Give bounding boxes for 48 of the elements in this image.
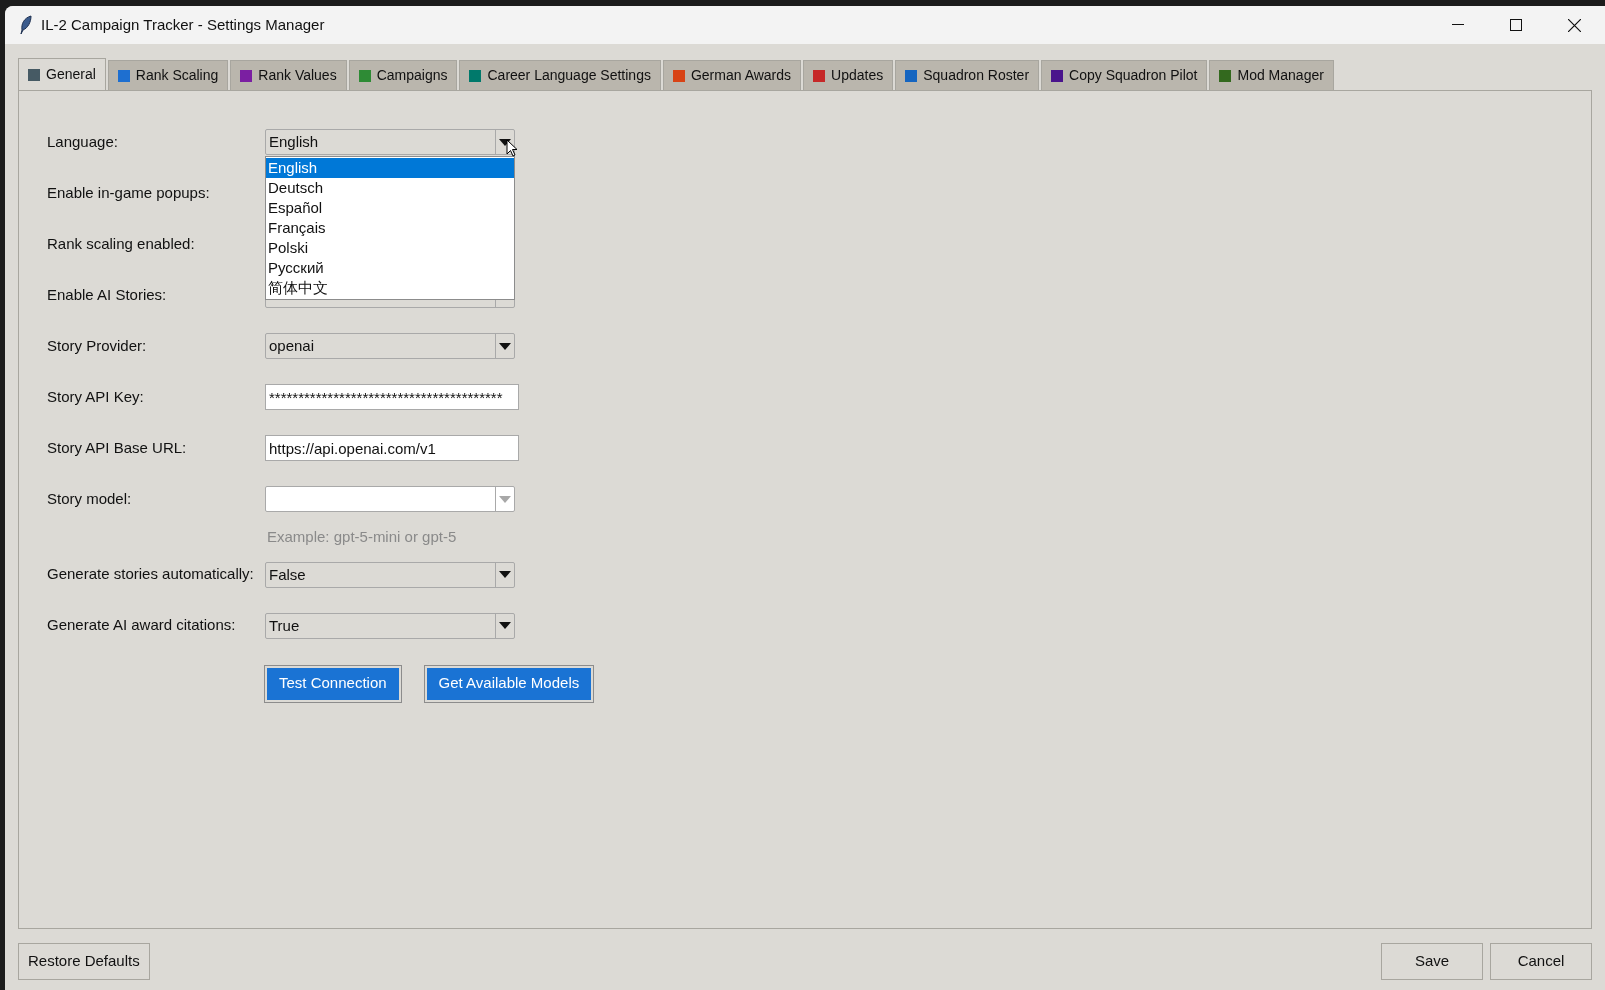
tab[interactable]: Rank Values xyxy=(230,60,347,90)
dropdown-field[interactable]: False xyxy=(265,561,515,588)
caret-icon xyxy=(499,622,511,629)
tab[interactable]: Campaigns xyxy=(348,60,458,90)
text-field[interactable]: https://api.openai.com/v1 xyxy=(265,435,519,461)
setting-label: Story model: xyxy=(47,488,133,509)
caret-icon xyxy=(499,342,511,350)
dropdown-option[interactable]: Polski xyxy=(266,238,514,258)
setting-label: Generate AI award citations: xyxy=(47,615,237,636)
setting-label: Story API Base URL: xyxy=(47,437,188,458)
restore-defaults-button[interactable]: Restore Defaults xyxy=(18,943,150,980)
hint-text: Example: gpt-5-mini or gpt-5 xyxy=(267,527,458,547)
tab[interactable]: German Awards xyxy=(662,60,802,90)
footer-button[interactable]: Cancel xyxy=(1490,943,1592,980)
action-button[interactable]: Test Connection xyxy=(265,665,401,702)
dropdown-option[interactable]: Français xyxy=(266,218,514,238)
setting-label: Generate stories automatically: xyxy=(47,564,255,585)
setting-label: Enable AI Stories: xyxy=(47,284,168,305)
setting-label: Language: xyxy=(47,131,119,152)
text-field[interactable]: **************************************** xyxy=(265,384,519,410)
feather-icon xyxy=(19,15,33,35)
action-button[interactable]: Get Available Models xyxy=(424,665,594,702)
tab[interactable]: General xyxy=(18,58,106,90)
dropdown-option[interactable]: Deutsch xyxy=(266,178,514,198)
minimize-icon xyxy=(1452,24,1464,26)
setting-label: Story Provider: xyxy=(47,335,148,356)
dropdown-field[interactable]: English xyxy=(265,129,515,155)
dropdown-option[interactable]: 简体中文 xyxy=(266,278,514,298)
close-icon xyxy=(1567,18,1581,32)
setting-label: Rank scaling enabled: xyxy=(47,233,196,254)
setting-label: Story API Key: xyxy=(47,386,145,407)
tab[interactable]: Mod Manager xyxy=(1209,60,1334,90)
dropdown-field[interactable]: True xyxy=(265,612,515,639)
dropdown-option[interactable]: Русский xyxy=(266,258,514,278)
tab[interactable]: Career Language Settings xyxy=(459,60,661,90)
maximize-icon xyxy=(1510,19,1522,31)
tab[interactable]: Rank Scaling xyxy=(107,60,229,90)
tab[interactable]: Updates xyxy=(803,60,894,90)
dropdown-option[interactable]: English xyxy=(266,158,514,178)
window-title: IL-2 Campaign Tracker - Settings Manager xyxy=(41,14,325,35)
tab[interactable]: Squadron Roster xyxy=(895,60,1040,90)
tab[interactable]: Copy Squadron Pilot xyxy=(1041,60,1208,90)
caret-icon xyxy=(499,495,511,503)
setting-label: Enable in-game popups: xyxy=(47,182,211,203)
caret-icon xyxy=(499,571,511,578)
dropdown-option[interactable]: Español xyxy=(266,198,514,218)
dropdown-field[interactable]: openai xyxy=(265,333,515,359)
footer-button[interactable]: Save xyxy=(1381,943,1483,980)
